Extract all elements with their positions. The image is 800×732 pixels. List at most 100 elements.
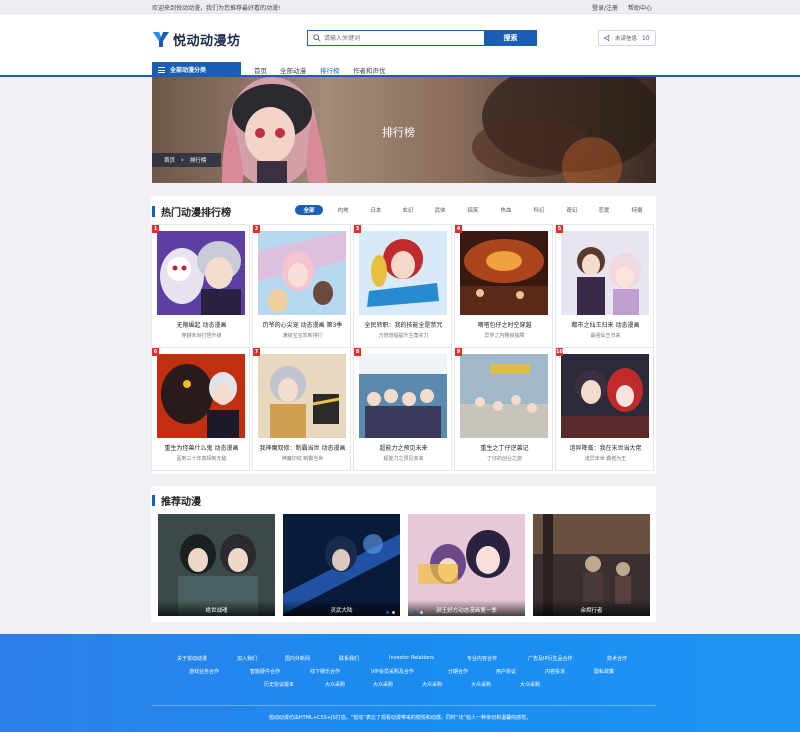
anime-card[interactable]: 10 谙异降临：我在末世当大佬 谙异末世 霸者为王 <box>555 347 654 471</box>
help-center-link[interactable]: 帮助中心 <box>628 3 652 12</box>
anime-card[interactable]: 9 重生之丁仔逆袭记 丁仔的创业之旅 <box>454 347 553 471</box>
anime-cover <box>460 231 548 315</box>
footer-link[interactable]: Investor Relations <box>389 655 434 661</box>
login-register-link[interactable]: 登录/注册 <box>592 3 618 12</box>
anime-desc: 神魔印纹 制霸当世 <box>281 456 324 462</box>
anime-card[interactable]: 5 都市之仙王归来 动态漫画 最强仙王归来 <box>555 224 654 348</box>
anime-title: 谙异降临：我在末世当大佬 <box>569 445 642 452</box>
breadcrumb-home[interactable]: 首页 <box>164 156 175 164</box>
recommend-item[interactable]: 颜王好方动态漫画第一季 <box>408 514 525 616</box>
recommend-title: 推荐动漫 <box>152 493 201 508</box>
rank-badge: 7 <box>253 348 260 356</box>
rank-badge: 2 <box>253 225 260 233</box>
recommend-caption: 灵武大陆 <box>283 600 400 616</box>
footer-link[interactable]: 国内外新闻 <box>285 655 310 662</box>
anime-title: 全民转职：我的技能全是禁咒 <box>364 322 443 329</box>
site-logo[interactable]: 悦动动漫坊 <box>152 30 241 49</box>
tab-scifi[interactable]: 科幻 <box>529 205 549 215</box>
anime-desc: 丁仔的创业之旅 <box>486 456 522 462</box>
tab-fantasy[interactable]: 奇幻 <box>562 205 582 215</box>
carousel-dots[interactable] <box>386 611 398 614</box>
anime-cover <box>157 354 245 438</box>
tab-japan[interactable]: 日本 <box>366 205 386 215</box>
anime-card[interactable]: 6 重生为怪兽什么鬼 动态漫画 歪到三十年真相到无敌 <box>151 347 250 471</box>
nav-item-authors[interactable]: 作者和声优 <box>353 65 386 75</box>
footer-link[interactable]: 专业内容合作 <box>467 655 497 662</box>
header: 悦动动漫坊 搜索 未读信息 10 <box>0 14 800 62</box>
anime-cover <box>359 354 447 438</box>
footer-link[interactable]: 关于悦动动漫 <box>177 655 207 662</box>
welcome-text: 欢迎来到悦动动漫，我们为您推荐最好看的动漫! <box>152 5 281 12</box>
nav-item-all-anime[interactable]: 全部动漫 <box>280 65 306 75</box>
tab-comedy[interactable]: 搞笑 <box>463 205 483 215</box>
footer-link[interactable]: 隐私政策 <box>594 668 614 675</box>
footer-link[interactable]: 大众采购 <box>471 681 491 688</box>
tab-tokusatsu[interactable]: 特摄 <box>627 205 647 215</box>
breadcrumb-current: 排行榜 <box>189 158 207 164</box>
footer-link[interactable]: 游戏业务合作 <box>189 668 219 675</box>
footer-link[interactable]: 技术合作 <box>607 655 627 662</box>
tab-xuanhuan[interactable]: 玄幻 <box>398 205 418 215</box>
footer-link[interactable]: 历史协议版本 <box>264 681 294 688</box>
footer-link[interactable]: 用户协议 <box>496 668 516 675</box>
search-button[interactable]: 搜索 <box>484 30 537 46</box>
speaker-icon <box>604 34 610 42</box>
tab-action[interactable]: 热血 <box>496 205 516 215</box>
all-categories-button[interactable]: 全部动漫分类 <box>152 62 241 77</box>
anime-cover <box>258 354 346 438</box>
search-input[interactable] <box>324 32 474 44</box>
anime-desc: 穿越未世打怪升级 <box>181 333 222 339</box>
search-box: 搜索 <box>307 30 537 46</box>
tab-all[interactable]: 全部 <box>295 205 323 215</box>
search-icon <box>313 34 321 42</box>
footer-link[interactable]: 智能硬件合作 <box>250 668 280 675</box>
anime-card[interactable]: 2 历爷的心尖宠 动态漫画 第3季 满级宝宝驾到排行 <box>252 224 351 348</box>
tab-mainland[interactable]: 内地 <box>333 205 353 215</box>
anime-title: 重生之丁仔逆袭记 <box>480 445 529 452</box>
hot-ranking-title: 热门动漫排行榜 <box>152 204 231 219</box>
rank-badge: 4 <box>455 225 462 233</box>
anime-card[interactable]: 1 无限崛起 动态漫画 穿越未世打怪升级 <box>151 224 250 348</box>
anime-desc: 满级宝宝驾到排行 <box>282 333 323 339</box>
footer-link[interactable]: 广告及IP衍生品合作 <box>528 655 573 662</box>
footer-link[interactable]: 联系我们 <box>339 655 359 662</box>
anime-cover <box>561 354 649 438</box>
logo-icon <box>153 32 169 47</box>
recommend-item[interactable]: 绝世战魂 <box>158 514 275 616</box>
recommend-caption: 余烬行者 <box>533 600 650 616</box>
menu-icon <box>158 66 165 73</box>
anime-card[interactable]: 4 嘀嗒包仔之时空穿越 异界之内略良独障 <box>454 224 553 348</box>
anime-cover <box>258 231 346 315</box>
footer-link[interactable]: 大众采购 <box>325 681 345 688</box>
carousel-dots[interactable] <box>414 611 426 614</box>
anime-card[interactable]: 7 我神魔双修：制霸当世 动态漫画 神魔印纹 制霸当世 <box>252 347 351 471</box>
anime-card[interactable]: 3 全民转职：我的技能全是禁咒 万倍增幅提升主角实力 <box>353 224 452 348</box>
anime-title: 超能力之预见未来 <box>379 445 428 452</box>
recommend-caption: 绝世战魂 <box>158 600 275 616</box>
anime-title: 嘀嗒包仔之时空穿越 <box>477 322 532 329</box>
all-categories-label: 全部动漫分类 <box>170 67 207 74</box>
recommend-item[interactable]: 余烬行者 <box>533 514 650 616</box>
rank-badge: 8 <box>354 348 361 356</box>
chevron-right-icon: › <box>181 156 184 164</box>
footer-link[interactable]: 分期合作 <box>448 668 468 675</box>
footer-link[interactable]: 大众采购 <box>373 681 393 688</box>
footer-link[interactable]: 加入我们 <box>237 655 257 662</box>
footer-link[interactable]: 大众采购 <box>422 681 442 688</box>
footer-link[interactable]: 大众采购 <box>520 681 540 688</box>
footer-link[interactable]: VIP会员采购及合作 <box>371 668 414 675</box>
anime-desc: 歪到三十年真相到无敌 <box>176 456 227 462</box>
unread-messages-button[interactable]: 未读信息 10 <box>598 30 656 46</box>
nav-item-home[interactable]: 首页 <box>254 65 267 75</box>
anime-card[interactable]: 8 超能力之预见未来 超能力之预见未来 <box>353 347 452 471</box>
tab-wuxia[interactable]: 武侠 <box>430 205 450 215</box>
tab-romance[interactable]: 恋爱 <box>594 205 614 215</box>
anime-cover <box>561 231 649 315</box>
recommend-item[interactable]: 灵武大陆 <box>283 514 400 616</box>
rank-badge: 10 <box>556 348 563 356</box>
unread-count: 10 <box>642 34 650 42</box>
nav-item-ranking[interactable]: 排行榜 <box>320 65 340 75</box>
footer-link[interactable]: 内容投诉 <box>545 668 565 675</box>
anime-title: 我神魔双修：制霸当世 动态漫画 <box>259 445 346 452</box>
footer-link[interactable]: 线下娱乐合作 <box>310 668 340 675</box>
